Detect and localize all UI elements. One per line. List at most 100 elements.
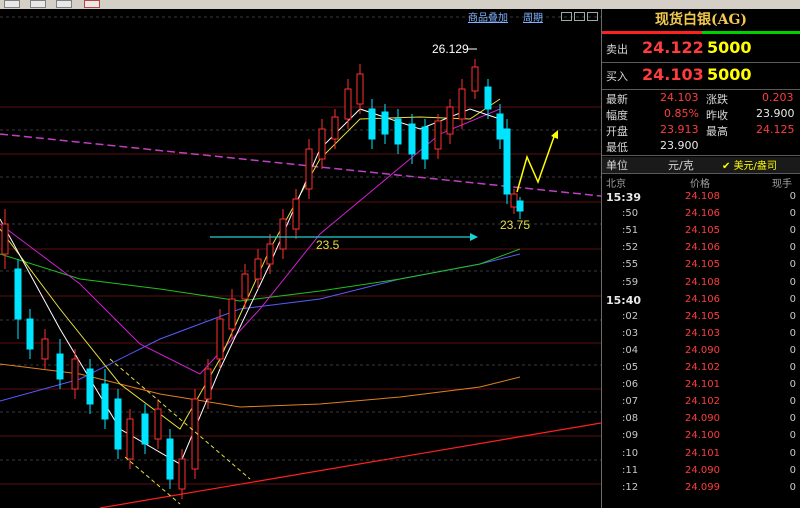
target-arrow-head <box>470 233 478 241</box>
tick-time: :50 <box>622 208 639 220</box>
quote-panel: 现货白银(AG) 卖出 24.122 5000 买入 24.103 5000 最… <box>601 9 800 508</box>
tick-volume: 0 <box>789 396 796 408</box>
candle-body <box>368 108 376 140</box>
overlay-link[interactable]: 商品叠加 <box>468 9 508 24</box>
candle-body <box>166 438 174 480</box>
currency-toggle[interactable]: ✔ 美元/盎司 <box>722 157 777 172</box>
candle-body <box>56 353 64 380</box>
stat-label: 涨跌 <box>706 93 728 106</box>
candle-body <box>228 298 236 330</box>
stat-row: 最新 24.103 涨跌 0.203 <box>602 91 800 107</box>
candle-body <box>254 258 262 280</box>
tick-time: :05 <box>622 362 639 373</box>
tick-volume: 0 <box>789 293 796 305</box>
tick-volume: 0 <box>789 379 796 391</box>
tick-price: 24.101 <box>685 447 720 459</box>
candle-body <box>318 128 326 160</box>
tick-row: :03 24.103 0 <box>602 328 800 345</box>
unit-value: 元/克 <box>668 159 694 172</box>
tick-time: :09 <box>622 430 639 442</box>
sell-label: 卖出 <box>606 43 628 56</box>
tick-price: 24.102 <box>685 362 720 373</box>
buy-row: 买入 24.103 5000 <box>602 64 800 88</box>
candle-body <box>496 113 504 140</box>
candle-body <box>408 123 416 155</box>
layout-button[interactable] <box>587 12 598 21</box>
candle-body <box>14 268 22 320</box>
sell-row: 卖出 24.122 5000 <box>602 37 800 61</box>
tick-time: :06 <box>622 379 639 391</box>
level-label: 23.75 <box>500 218 530 232</box>
tick-volume: 0 <box>789 242 796 254</box>
toolbar-button-1[interactable] <box>4 0 20 8</box>
tick-row: :52 24.106 0 <box>602 242 800 259</box>
zoom-out-button[interactable] <box>561 12 572 21</box>
channel-line <box>0 133 601 197</box>
candle-body <box>141 413 149 445</box>
candle-body <box>101 383 109 420</box>
tick-volume: 0 <box>789 464 796 476</box>
tick-price: 24.105 <box>685 225 720 237</box>
divider <box>602 155 800 156</box>
tick-time: :04 <box>622 344 639 356</box>
stat-label: 最高 <box>706 125 728 138</box>
candle-body <box>292 198 300 230</box>
tick-row: :09 24.100 0 <box>602 430 800 447</box>
candle-body <box>434 120 442 150</box>
buy-price: 24.103 <box>642 65 704 84</box>
candle-body <box>216 318 224 360</box>
tick-row: :02 24.105 0 <box>602 311 800 328</box>
zoom-in-button[interactable] <box>574 12 585 21</box>
tick-time: :03 <box>622 327 639 339</box>
candlestick-chart[interactable]: 26.129 23.5 23.75 <box>0 9 601 508</box>
period-link[interactable]: 周期 <box>523 9 543 24</box>
ticks-header-volume: 现手 <box>772 179 792 190</box>
tick-price: 24.090 <box>685 344 720 356</box>
instrument-title: 现货白银(AG) <box>654 12 748 28</box>
stat-label: 幅度 <box>606 109 628 122</box>
tick-volume: 0 <box>789 481 796 493</box>
tick-row: :59 24.108 0 <box>602 277 800 294</box>
level-label: 23.5 <box>316 238 340 252</box>
tick-price: 24.105 <box>685 259 720 271</box>
stat-label: 最新 <box>606 93 628 106</box>
tick-volume: 0 <box>789 413 796 425</box>
stat-value: 0.203 <box>762 91 794 104</box>
tick-time: :08 <box>622 413 639 425</box>
tick-price: 24.102 <box>685 396 720 408</box>
candle-body <box>471 66 479 92</box>
buy-qty: 5000 <box>707 65 752 84</box>
toolbar-button-2[interactable] <box>30 0 46 8</box>
tick-time: 15:40 <box>606 293 642 307</box>
tick-volume: 0 <box>789 310 796 322</box>
window-toolbar <box>0 0 800 9</box>
unit-row: 单位 元/克 ✔ 美元/盎司 <box>602 157 800 173</box>
tick-volume: 0 <box>789 362 796 373</box>
tick-time: 15:39 <box>606 191 642 204</box>
tick-row: :50 24.106 0 <box>602 208 800 225</box>
candle-body <box>266 243 274 265</box>
tick-row: :12 24.099 0 <box>602 482 800 499</box>
tick-price: 24.106 <box>685 293 720 305</box>
candle-body <box>126 418 134 460</box>
tick-price: 24.099 <box>685 481 720 493</box>
projection-arrow <box>516 133 556 193</box>
candle-body <box>503 128 511 195</box>
candle-body <box>356 73 364 105</box>
unit-label: 单位 <box>606 159 628 172</box>
candle-body <box>484 86 492 110</box>
candle-body <box>41 338 49 360</box>
tick-time: :02 <box>622 310 639 322</box>
toolbar-button-3[interactable] <box>56 0 72 8</box>
divider <box>602 62 800 63</box>
candle-body <box>516 200 524 212</box>
tick-row: :51 24.105 0 <box>602 225 800 242</box>
chart-canvas: 26.129 23.5 23.75 <box>0 16 601 508</box>
stat-value: 24.103 <box>660 91 699 104</box>
tick-row: :07 24.102 0 <box>602 396 800 413</box>
ticks-header-place: 北京 <box>606 179 626 190</box>
toolbar-button-4[interactable] <box>84 0 100 8</box>
tick-price: 24.108 <box>685 191 720 202</box>
candle-body <box>71 358 79 390</box>
stat-row: 最低 23.900 <box>602 139 800 155</box>
